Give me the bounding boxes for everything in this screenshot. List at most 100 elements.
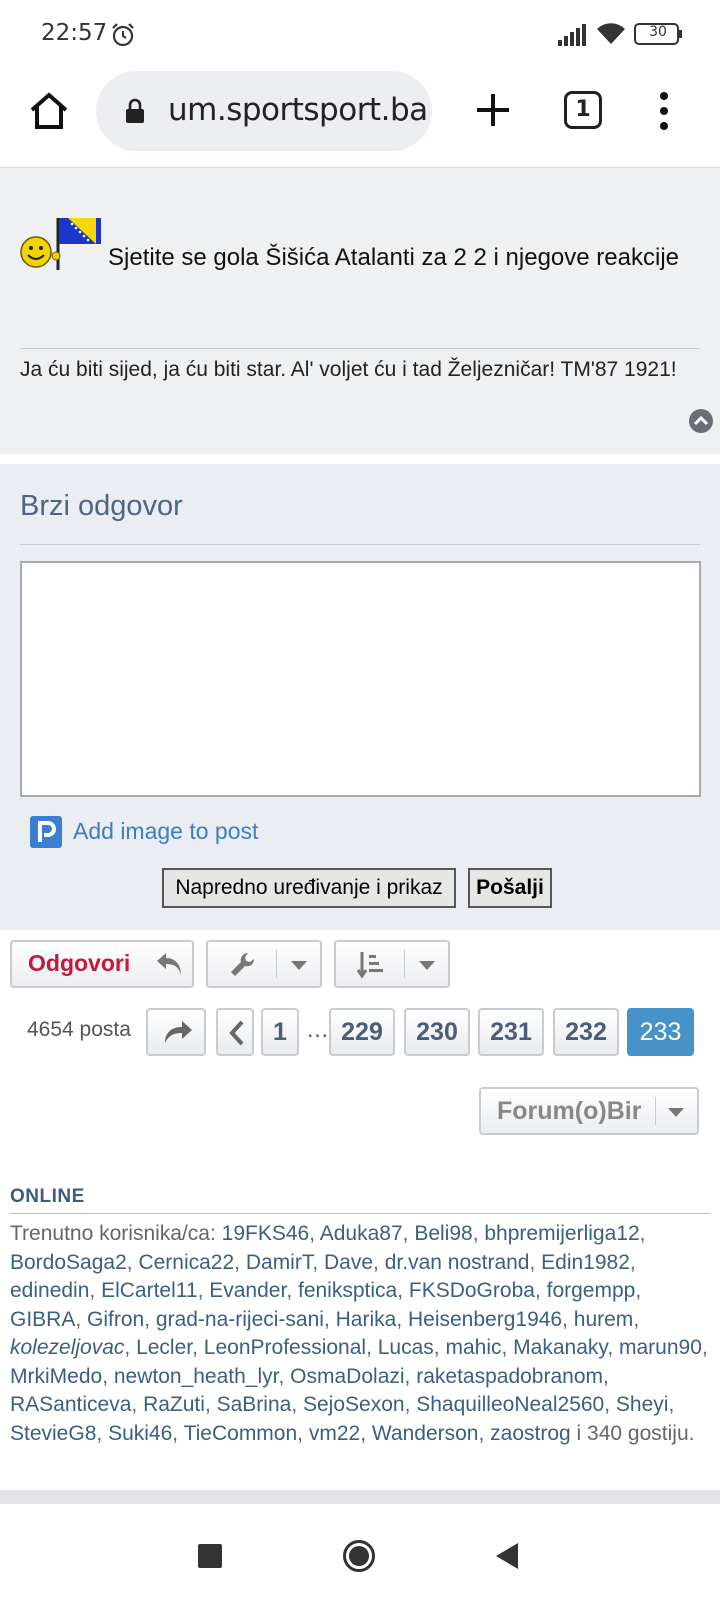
user-separator: , [603,1364,609,1388]
online-user-link[interactable]: mahic [445,1336,501,1359]
online-user-link[interactable]: edinedin [10,1279,89,1302]
online-user-link[interactable]: kolezeljovac [10,1336,124,1359]
submit-button[interactable]: Pošalji [468,868,552,908]
online-user-link[interactable]: FKSDoGroba [409,1279,535,1302]
online-user-link[interactable]: raketaspadobranom [416,1365,603,1388]
page-231-button[interactable]: 231 [478,1008,544,1056]
online-user-link[interactable]: dr.van nostrand [385,1251,530,1274]
online-user-link[interactable]: Lecler [136,1336,192,1359]
online-user-link[interactable]: grad-na-rijeci-sani [156,1308,324,1331]
page-232-button[interactable]: 232 [553,1008,619,1056]
forum-jump-button[interactable]: Forum(o)Bir [479,1087,699,1135]
online-user-link[interactable]: forgempp [547,1279,636,1302]
user-separator: , [89,1279,102,1302]
page-229-button[interactable]: 229 [329,1008,395,1056]
jump-to-page-button[interactable] [146,1008,206,1056]
sort-icon [356,952,383,979]
online-user-link[interactable]: Suki46 [108,1422,172,1445]
online-user-link[interactable]: Cernica22 [138,1251,234,1274]
online-user-link[interactable]: Makanaky [513,1336,607,1359]
reply-button[interactable]: Odgovori [10,940,194,988]
user-separator: , [402,1222,415,1245]
online-user-link[interactable]: MrkiMedo [10,1365,102,1388]
user-separator: , [204,1393,217,1416]
online-user-link[interactable]: DamirT [246,1251,313,1274]
previous-page-button[interactable] [216,1008,254,1056]
chevron-down-icon [291,961,307,970]
page-1-button[interactable]: 1 [261,1008,299,1056]
status-time: 22:57 [41,20,108,46]
separator [655,1097,656,1125]
online-user-link[interactable]: Aduka87 [320,1222,403,1245]
online-user-link[interactable]: newton_heath_lyr [114,1365,279,1388]
online-user-link[interactable]: GIBRA [10,1308,75,1331]
online-user-link[interactable]: StevieG8 [10,1422,96,1445]
online-user-link[interactable]: hurem [574,1308,634,1331]
address-bar[interactable]: um.sportsport.ba [96,71,432,151]
user-separator: , [668,1393,675,1416]
postimage-icon[interactable] [30,816,62,848]
topic-tools-button[interactable] [206,940,322,988]
online-user-link[interactable]: feniksptica [298,1279,397,1302]
user-separator: , [501,1336,514,1359]
online-user-link[interactable]: BordoSaga2 [10,1251,127,1274]
pagination-ellipsis: … [306,1016,329,1042]
user-separator: , [124,1336,137,1359]
user-separator: , [478,1421,491,1445]
online-user-link[interactable]: RASanticeva [10,1393,131,1416]
user-separator: , [433,1336,446,1359]
sort-button[interactable] [334,940,450,988]
recent-apps-icon[interactable] [198,1544,222,1568]
user-separator: , [197,1279,210,1302]
online-user-link[interactable]: Edin1982 [541,1251,630,1274]
user-separator: , [172,1421,184,1445]
online-user-link[interactable]: Lucas [378,1336,434,1359]
menu-icon[interactable] [652,90,676,132]
online-user-link[interactable]: bhpremijerliga12 [484,1222,639,1245]
online-user-link[interactable]: SejoSexon [303,1393,405,1416]
add-image-link[interactable]: Add image to post [73,818,258,845]
online-user-link[interactable]: Beli98 [414,1222,472,1245]
page-230-button[interactable]: 230 [404,1008,470,1056]
home-circle-icon[interactable] [342,1539,376,1573]
current-page: 233 [627,1008,694,1056]
lock-icon [126,98,144,123]
user-separator: , [309,1222,320,1245]
online-user-link[interactable]: Dave [324,1251,373,1274]
user-separator: , [607,1336,619,1359]
online-user-link[interactable]: 19FKS46 [222,1222,310,1245]
advanced-edit-button[interactable]: Napredno uređivanje i prikaz [162,868,456,908]
online-user-link[interactable]: Heisenberg1946 [408,1308,562,1331]
online-user-link[interactable]: Wanderson [372,1422,479,1445]
user-separator: , [234,1250,246,1274]
user-separator: , [529,1250,542,1274]
online-user-link[interactable]: marun90 [619,1336,702,1359]
online-user-link[interactable]: Sheyi [616,1393,669,1416]
online-user-link[interactable]: ElCartel11 [101,1279,198,1302]
user-separator: , [373,1250,385,1274]
quick-reply-panel: Brzi odgovor Add image to post Napredno … [0,464,720,930]
tab-switcher-button[interactable]: 1 [564,91,602,129]
online-user-link[interactable]: Harika [336,1308,397,1331]
online-user-link[interactable]: LeonProfessional [204,1336,366,1359]
user-separator: , [629,1250,636,1274]
home-icon[interactable] [28,90,70,132]
back-to-top-icon[interactable] [688,408,714,434]
reply-textarea[interactable] [20,561,701,797]
online-user-link[interactable]: zaostrog [490,1422,571,1445]
online-user-link[interactable]: Gifron [87,1308,144,1331]
online-user-link[interactable]: RaZuti [143,1393,205,1416]
online-user-link[interactable]: ShaquilleoNeal2560 [416,1393,604,1416]
user-separator: , [323,1307,336,1331]
plus-icon[interactable] [474,91,512,129]
online-user-link[interactable]: OsmaDolazi [290,1365,404,1388]
online-user-link[interactable]: TieCommon [184,1422,298,1445]
post-count: 4654 posta [27,1018,131,1041]
user-separator: , [404,1393,417,1416]
back-icon[interactable] [494,1541,520,1571]
quick-reply-divider [20,544,700,545]
online-user-link[interactable]: vm22 [309,1422,360,1445]
page-footer-strip [0,1490,720,1504]
online-user-link[interactable]: SaBrina [217,1393,292,1416]
online-user-link[interactable]: Evander [209,1279,286,1302]
